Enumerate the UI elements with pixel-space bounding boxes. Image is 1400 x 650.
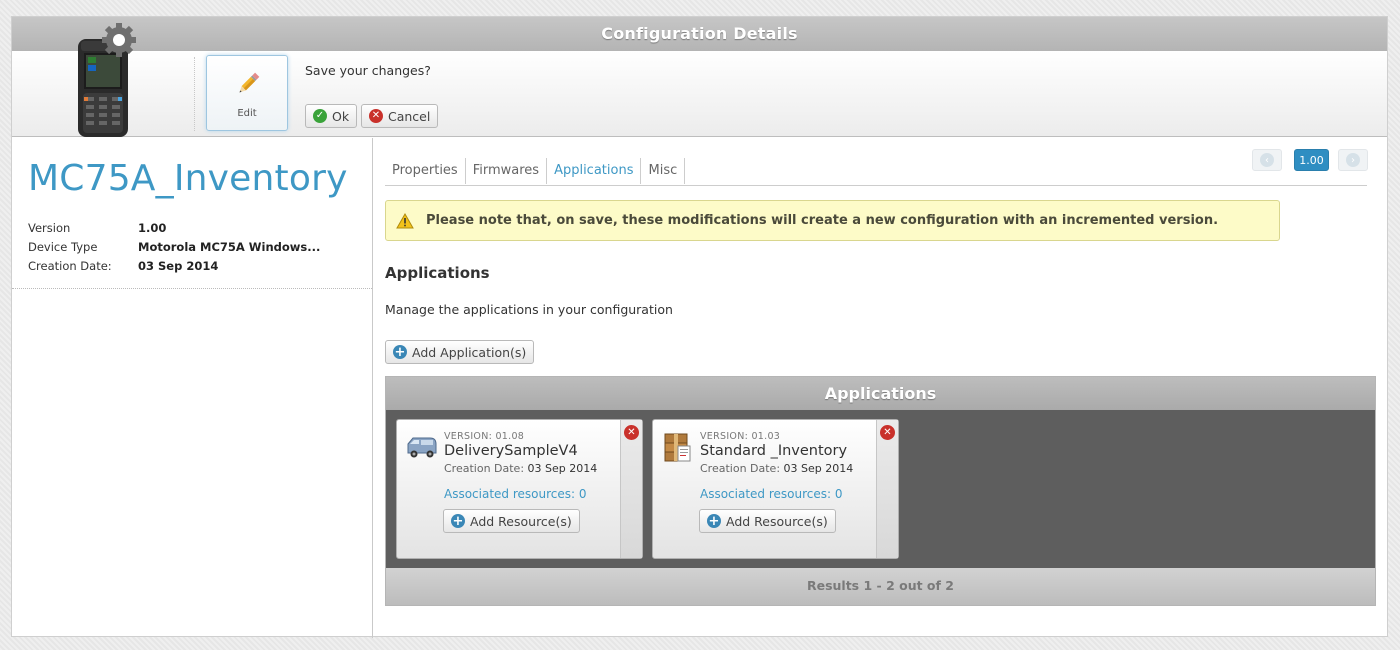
version-notice: Please note that, on save, these modific…	[385, 200, 1280, 241]
next-version-button[interactable]: ›	[1338, 149, 1368, 171]
info-row-creation-date: Creation Date: 03 Sep 2014	[28, 256, 320, 275]
info-label: Version	[28, 220, 71, 235]
section-title: Applications	[385, 264, 490, 282]
info-value: 1.00	[138, 220, 167, 235]
add-resource-button[interactable]: + Add Resource(s)	[699, 509, 836, 533]
divider	[12, 288, 372, 289]
plus-icon: +	[393, 344, 407, 360]
associated-resources-link[interactable]: Associated resources: 0	[700, 487, 843, 501]
app-name: Standard _Inventory	[700, 443, 848, 459]
card-side-strip	[876, 420, 898, 558]
tab-bar: Properties Firmwares Applications Misc	[385, 158, 1367, 186]
app-version: VERSION: 01.08	[444, 431, 525, 442]
info-value: Motorola MC75A Windows...	[138, 239, 321, 254]
app-name: DeliverySampleV4	[444, 443, 578, 459]
section-description: Manage the applications in your configur…	[385, 302, 673, 317]
toolbar-divider	[194, 57, 195, 131]
card-side-strip	[620, 420, 642, 558]
results-count: Results 1 - 2 out of 2	[386, 568, 1375, 605]
creation-date-value: 03 Sep 2014	[527, 462, 598, 475]
plus-icon: +	[707, 513, 721, 529]
cancel-button[interactable]: ✕ Cancel	[361, 104, 439, 128]
save-prompt: Save your changes?	[305, 63, 431, 78]
creation-date-label: Creation Date:	[444, 462, 525, 475]
prev-version-button[interactable]: ‹	[1252, 149, 1282, 171]
app-version: VERSION: 01.03	[700, 431, 781, 442]
creation-date-label: Creation Date:	[700, 462, 781, 475]
chevron-right-icon: ›	[1346, 153, 1360, 167]
current-version-badge[interactable]: 1.00	[1294, 149, 1329, 171]
tab-properties[interactable]: Properties	[385, 158, 466, 184]
warning-icon	[396, 212, 414, 228]
applications-panel: Applications ✕ VERSION: 01.08 DeliverySa…	[385, 376, 1376, 606]
ok-label: Ok	[332, 108, 350, 124]
info-label: Creation Date:	[28, 258, 112, 273]
creation-date-value: 03 Sep 2014	[783, 462, 854, 475]
tab-misc[interactable]: Misc	[641, 158, 686, 184]
edit-button[interactable]: Edit	[206, 55, 288, 131]
device-image	[78, 23, 136, 137]
application-card[interactable]: ✕ VERSION: 01.03 Standard _Inventory Cre…	[652, 419, 899, 559]
application-card[interactable]: ✕ VERSION: 01.08 DeliverySampleV4 Creati…	[396, 419, 643, 559]
check-icon: ✓	[313, 109, 327, 123]
cancel-label: Cancel	[388, 108, 431, 124]
remove-application-icon[interactable]: ✕	[880, 425, 895, 440]
info-label: Device Type	[28, 239, 98, 254]
config-content: Properties Firmwares Applications Misc ‹…	[385, 138, 1376, 638]
chevron-left-icon: ‹	[1260, 153, 1274, 167]
config-summary-panel: MC75A_Inventory Version 1.00 Device Type…	[12, 138, 373, 638]
app-creation-date: Creation Date: 03 Sep 2014	[700, 462, 853, 475]
add-resource-label: Add Resource(s)	[726, 513, 828, 529]
pencil-icon	[239, 72, 260, 93]
tab-firmwares[interactable]: Firmwares	[466, 158, 548, 184]
add-resource-button[interactable]: + Add Resource(s)	[443, 509, 580, 533]
add-application-label: Add Application(s)	[412, 344, 527, 360]
info-value: 03 Sep 2014	[138, 258, 219, 273]
window-title: Configuration Details	[12, 17, 1387, 51]
edit-label: Edit	[237, 108, 257, 119]
tab-applications[interactable]: Applications	[547, 158, 642, 184]
applications-list: ✕ VERSION: 01.08 DeliverySampleV4 Creati…	[386, 410, 1375, 568]
remove-application-icon[interactable]: ✕	[624, 425, 639, 440]
config-info: Version 1.00 Device Type Motorola MC75A …	[28, 218, 320, 275]
info-row-version: Version 1.00	[28, 218, 320, 237]
info-row-device-type: Device Type Motorola MC75A Windows...	[28, 237, 320, 256]
notice-text: Please note that, on save, these modific…	[426, 213, 1219, 228]
app-creation-date: Creation Date: 03 Sep 2014	[444, 462, 597, 475]
config-name: MC75A_Inventory	[28, 158, 348, 199]
add-resource-label: Add Resource(s)	[470, 513, 572, 529]
close-icon: ✕	[369, 109, 383, 123]
top-toolbar: Edit Save your changes? ✓ Ok ✕ Cancel	[12, 23, 1387, 137]
associated-resources-link[interactable]: Associated resources: 0	[444, 487, 587, 501]
ok-button[interactable]: ✓ Ok	[305, 104, 358, 128]
plus-icon: +	[451, 513, 465, 529]
applications-panel-title: Applications	[386, 377, 1375, 410]
inventory-boxes-icon	[664, 433, 691, 462]
add-application-button[interactable]: + Add Application(s)	[385, 340, 535, 364]
configuration-window: Configuration Details Edit Save your cha…	[11, 16, 1388, 638]
delivery-van-icon	[407, 437, 437, 458]
